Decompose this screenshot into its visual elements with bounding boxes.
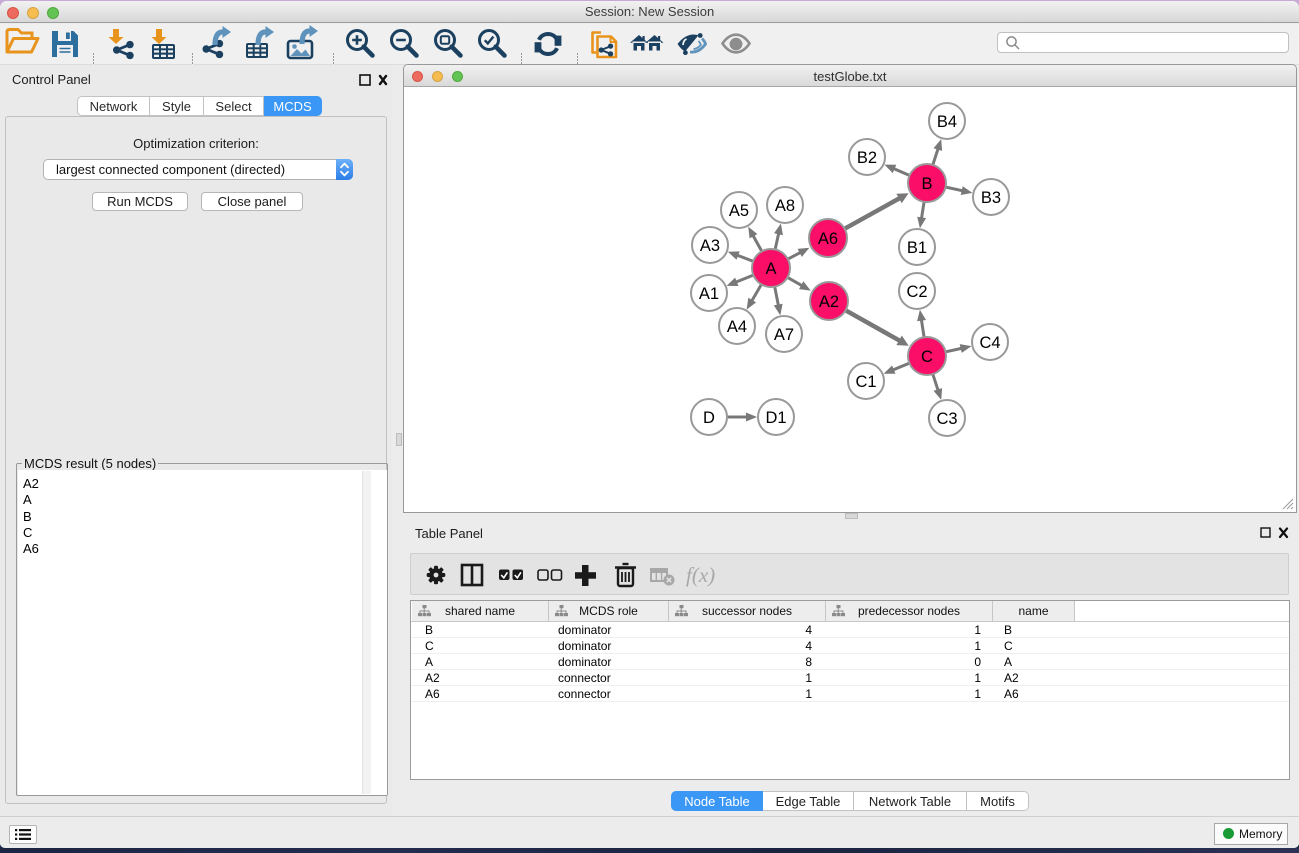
svg-text:D1: D1 xyxy=(765,409,786,427)
svg-text:C2: C2 xyxy=(906,283,927,301)
svg-text:B: B xyxy=(921,175,932,193)
svg-text:A7: A7 xyxy=(774,326,794,344)
svg-text:A: A xyxy=(765,260,776,278)
svg-text:A2: A2 xyxy=(819,293,839,311)
svg-text:A6: A6 xyxy=(818,230,838,248)
svg-text:B2: B2 xyxy=(857,149,877,167)
svg-text:D: D xyxy=(703,409,715,427)
svg-text:A8: A8 xyxy=(775,197,795,215)
svg-text:C1: C1 xyxy=(855,373,876,391)
svg-text:C3: C3 xyxy=(936,410,957,428)
svg-text:C: C xyxy=(921,348,933,366)
svg-text:C4: C4 xyxy=(979,334,1000,352)
svg-text:A1: A1 xyxy=(699,285,719,303)
svg-text:A4: A4 xyxy=(727,318,747,336)
svg-text:A3: A3 xyxy=(700,237,720,255)
svg-text:B4: B4 xyxy=(937,113,957,131)
svg-text:B1: B1 xyxy=(907,239,927,257)
svg-text:f(x): f(x) xyxy=(686,563,715,587)
svg-text:B3: B3 xyxy=(981,189,1001,207)
svg-text:A5: A5 xyxy=(729,202,749,220)
